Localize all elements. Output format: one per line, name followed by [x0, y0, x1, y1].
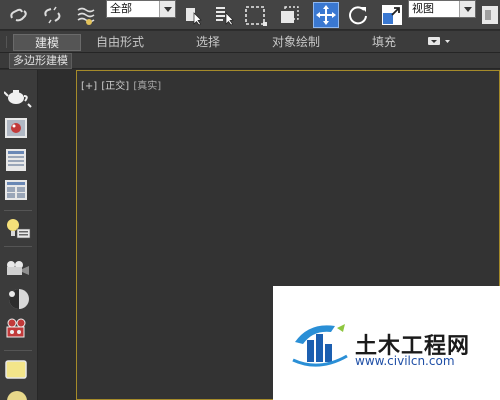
tab-object-paint[interactable]: 对象绘制: [262, 34, 330, 51]
select-by-name-icon[interactable]: [211, 2, 237, 28]
viewport-labels: [+] [正交] [真实]: [81, 77, 162, 92]
selection-filter-value: 全部: [110, 2, 132, 15]
tab-modeling[interactable]: 建模: [13, 34, 81, 51]
left-toolbar: [0, 70, 38, 400]
render-setup-icon[interactable]: [4, 148, 28, 172]
tab-label: 对象绘制: [271, 35, 320, 49]
tab-label: 填充: [371, 35, 396, 49]
ribbon-panel-bar: 多边形建模: [0, 53, 500, 69]
ribbon-tabs: 建模 自由形式 选择 对象绘制 填充: [0, 31, 500, 53]
rendered-frame-icon[interactable]: [4, 178, 28, 202]
sphere-icon[interactable]: [4, 286, 29, 310]
pivot-center-icon[interactable]: [479, 2, 500, 28]
select-object-icon[interactable]: [180, 2, 206, 28]
bind-spacewarp-icon[interactable]: [73, 2, 99, 28]
viewport-pov-label[interactable]: [正交]: [101, 81, 129, 92]
chevron-down-icon: [459, 1, 475, 17]
light-icon[interactable]: [4, 216, 31, 240]
chevron-down-icon: [159, 1, 175, 17]
ribbon-options-button[interactable]: [423, 34, 455, 51]
viewport-shading-label[interactable]: [真实]: [133, 81, 161, 92]
watermark-url: www.civilcn.com: [355, 354, 455, 368]
teapot-icon[interactable]: [3, 84, 32, 108]
window-crossing-icon[interactable]: [276, 2, 302, 28]
rotate-icon[interactable]: [345, 2, 371, 28]
video-camera-icon[interactable]: [4, 316, 28, 340]
polygon-modeling-panel[interactable]: 多边形建模: [9, 53, 72, 69]
selection-filter-dropdown[interactable]: 全部: [106, 0, 176, 18]
ribbon-options-icon: [428, 37, 450, 45]
tab-label: 选择: [195, 35, 220, 49]
tab-label: 建模: [34, 36, 59, 50]
reference-coordinate-value: 视图: [412, 2, 434, 15]
tab-freeform[interactable]: 自由形式: [84, 34, 156, 51]
yellow-box-icon[interactable]: [4, 358, 28, 382]
unlink-icon[interactable]: [40, 2, 66, 28]
viewport-menu-label[interactable]: [+]: [81, 81, 97, 92]
link-icon[interactable]: [6, 2, 32, 28]
civilcn-logo-icon: [292, 324, 348, 367]
tab-label: 自由形式: [95, 35, 144, 49]
region-select-icon[interactable]: [243, 2, 269, 28]
main-toolbar: 全部 视图: [0, 0, 500, 30]
tab-populate[interactable]: 填充: [360, 34, 408, 51]
scale-icon[interactable]: [379, 2, 405, 28]
material-editor-icon[interactable]: [4, 116, 28, 140]
tab-selection[interactable]: 选择: [182, 34, 234, 51]
command-panel-gap: [38, 70, 76, 400]
sphere-yellow-icon[interactable]: [4, 388, 28, 400]
watermark: 土木工程网 www.civilcn.com: [273, 286, 500, 400]
move-icon[interactable]: [313, 2, 339, 28]
reference-coordinate-dropdown[interactable]: 视图: [408, 0, 476, 18]
camera-icon[interactable]: [4, 256, 29, 280]
